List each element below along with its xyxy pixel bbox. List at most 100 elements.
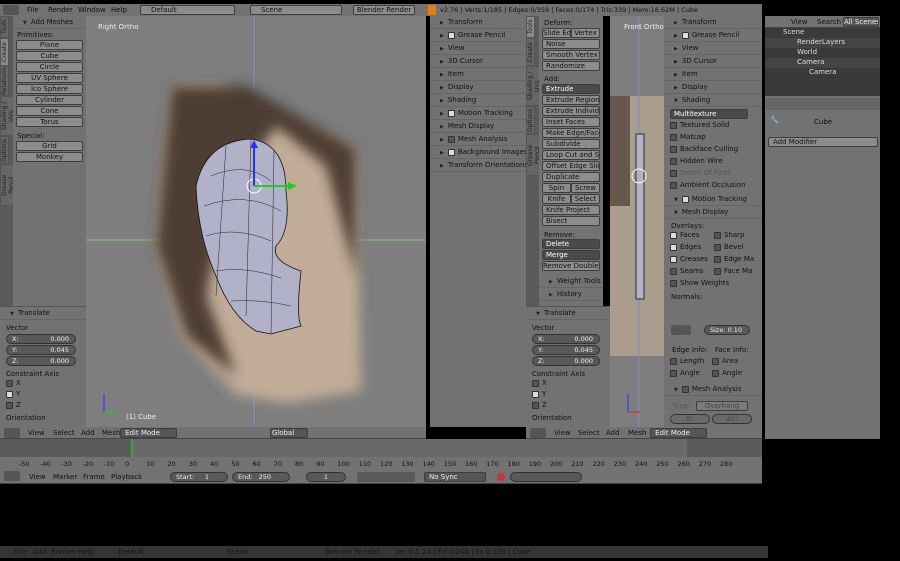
normals-face-icon[interactable] — [681, 325, 691, 335]
np1-3d-cursor-title[interactable]: 3D Cursor — [430, 55, 526, 68]
area-check[interactable]: Area — [712, 357, 738, 365]
delete-select[interactable]: Delete — [542, 239, 600, 249]
blender-logo-icon[interactable] — [3, 5, 19, 15]
tab-relations[interactable]: Relations — [0, 66, 9, 96]
length-check[interactable]: Length — [670, 357, 704, 365]
outliner-item-scene[interactable]: Scene — [765, 28, 880, 38]
subdivide-button[interactable]: Subdivide — [542, 139, 600, 149]
tab-create[interactable]: Create — [0, 38, 9, 66]
inset-faces-button[interactable]: Inset Faces — [542, 117, 600, 127]
menu-add-vp1[interactable]: Add — [81, 429, 95, 437]
vector-x-field-left[interactable]: X: 0.000 — [6, 334, 76, 344]
timeline-menu-frame[interactable]: Frame — [83, 473, 105, 481]
outliner-search-tab[interactable]: Search — [817, 18, 841, 26]
outliner-scope-select[interactable]: All Scenes — [843, 17, 879, 27]
timeline-menu-view[interactable]: View — [29, 473, 46, 481]
tab-create-2[interactable]: Create — [526, 38, 535, 66]
timeline-menu-marker[interactable]: Marker — [53, 473, 77, 481]
primitive-uv-sphere-button[interactable]: UV Sphere — [16, 73, 83, 83]
slide-edge-button[interactable]: Slide Ed — [542, 28, 571, 38]
start-frame-field[interactable]: Start: 1 — [170, 472, 228, 482]
primitive-ico-sphere-button[interactable]: Ico Sphere — [16, 84, 83, 94]
menu-mesh-vp2[interactable]: Mesh — [628, 429, 646, 437]
offset-edge-slide-button[interactable]: Offset Edge Slide — [542, 161, 600, 171]
history-title[interactable]: History — [539, 288, 603, 301]
overlay-edges-check[interactable]: Edges — [664, 243, 708, 255]
knife-project-button[interactable]: Knife Project — [542, 205, 600, 215]
vector-z-field-mid[interactable]: Z: 0.000 — [532, 356, 600, 366]
axis-y-check-left[interactable]: Y — [0, 390, 86, 401]
randomize-button[interactable]: Randomize — [542, 61, 600, 71]
normals-vert-icon[interactable] — [671, 325, 681, 335]
property-tabs[interactable] — [765, 98, 880, 110]
np2-item-title[interactable]: Item — [664, 68, 762, 81]
motion-tracking-title-2[interactable]: Motion Tracking — [664, 193, 762, 206]
sync-select[interactable]: No Sync — [424, 472, 486, 482]
np1-display-title[interactable]: Display — [430, 81, 526, 94]
np2-transform-title[interactable]: Transform — [664, 16, 762, 29]
normals-size-field[interactable]: Size: 0.10 — [704, 325, 750, 335]
analysis-min-field[interactable]: 0° — [670, 414, 710, 424]
extrude-individual-button[interactable]: Extrude Individual — [542, 106, 600, 116]
np1-mesh-analysis-title[interactable]: Mesh Analysis — [430, 133, 526, 146]
np1-shading-title[interactable]: Shading — [430, 94, 526, 107]
overlay-edge-ma-check[interactable]: Edge Ma — [708, 255, 754, 267]
axis-z-check-left[interactable]: Z — [0, 401, 86, 412]
menu-add-vp2[interactable]: Add — [606, 429, 620, 437]
np2-shading-title[interactable]: Shading — [664, 94, 762, 107]
monkey-button[interactable]: Monkey — [16, 152, 83, 162]
overlay-face-ma-check[interactable]: Face Ma — [708, 267, 752, 279]
extrude-region-button[interactable]: Extrude Region — [542, 95, 600, 105]
np1-view-title[interactable]: View — [430, 42, 526, 55]
vector-y-field-left[interactable]: Y: 0.045 — [6, 345, 76, 355]
menu-window[interactable]: Window — [78, 6, 106, 14]
outliner-item-camera[interactable]: Camera — [765, 58, 880, 68]
weight-tools-title[interactable]: Weight Tools — [539, 275, 603, 288]
add-meshes-title[interactable]: Add Meshes — [13, 16, 86, 29]
viewport-front-ortho[interactable]: Front Ortho — [610, 16, 664, 427]
editor-type-icon[interactable] — [4, 428, 20, 438]
overlay-seams-check[interactable]: Seams — [664, 267, 708, 279]
mesh-analysis-title-2[interactable]: Mesh Analysis — [664, 383, 762, 396]
hidden-wire-check[interactable]: Hidden Wire — [664, 157, 762, 169]
menu-view-vp1[interactable]: View — [28, 429, 45, 437]
menu-select-vp1[interactable]: Select — [53, 429, 75, 437]
spin-button[interactable]: Spin — [542, 183, 571, 193]
np1-item-title[interactable]: Item — [430, 68, 526, 81]
render-engine-select[interactable]: Blender Render — [353, 5, 415, 15]
mode-select-vp2[interactable]: Edit Mode — [650, 428, 707, 438]
knife-button[interactable]: Knife — [542, 194, 571, 204]
np1-transform-title[interactable]: Transform — [430, 16, 526, 29]
axis-x-check-left[interactable]: X — [0, 379, 86, 390]
screw-button[interactable]: Screw — [571, 183, 600, 193]
analysis-type-select[interactable]: Overhang — [696, 401, 748, 411]
layout-select[interactable]: Default — [140, 5, 235, 15]
translate-title-mid[interactable]: Translate — [526, 307, 610, 320]
axis-z-check-mid[interactable]: Z — [526, 401, 610, 412]
analysis-max-field[interactable]: 45° — [712, 414, 752, 424]
make-edge-face-button[interactable]: Make Edge/Face — [542, 128, 600, 138]
np1-transform-orientations-title[interactable]: Transform Orientations — [430, 159, 526, 172]
matcap-check[interactable]: Matcap — [664, 133, 762, 145]
overlay-sharp-check[interactable]: Sharp — [708, 231, 752, 243]
np1-motion-tracking-title[interactable]: Motion Tracking — [430, 107, 526, 120]
mesh-display-title-2[interactable]: Mesh Display — [664, 206, 762, 219]
merge-select[interactable]: Merge — [542, 250, 600, 260]
overlay-creases-check[interactable]: Creases — [664, 255, 708, 267]
tab-tools[interactable]: Tools — [0, 16, 9, 38]
axis-y-check-mid[interactable]: Y — [526, 390, 610, 401]
smooth-vertex-button[interactable]: Smooth Vertex — [542, 50, 600, 60]
vector-y-field-mid[interactable]: Y: 0.045 — [532, 345, 600, 355]
np2-display-title[interactable]: Display — [664, 81, 762, 94]
playback-controls[interactable] — [357, 472, 415, 482]
np1-grease-pencil-title[interactable]: Grease Pencil — [430, 29, 526, 42]
vector-x-field-mid[interactable]: X: 0.000 — [532, 334, 600, 344]
tab-tools-2[interactable]: Tools — [526, 16, 535, 38]
end-frame-field[interactable]: End: 250 — [232, 472, 290, 482]
grid-button[interactable]: Grid — [16, 141, 83, 151]
backface-culling-check[interactable]: Backface Culling — [664, 145, 762, 157]
textured-solid-check[interactable]: Textured Solid — [664, 121, 762, 133]
np1-background-images-title[interactable]: Background Images — [430, 146, 526, 159]
current-frame-field[interactable]: 1 — [306, 472, 346, 482]
menu-select-vp2[interactable]: Select — [578, 429, 600, 437]
